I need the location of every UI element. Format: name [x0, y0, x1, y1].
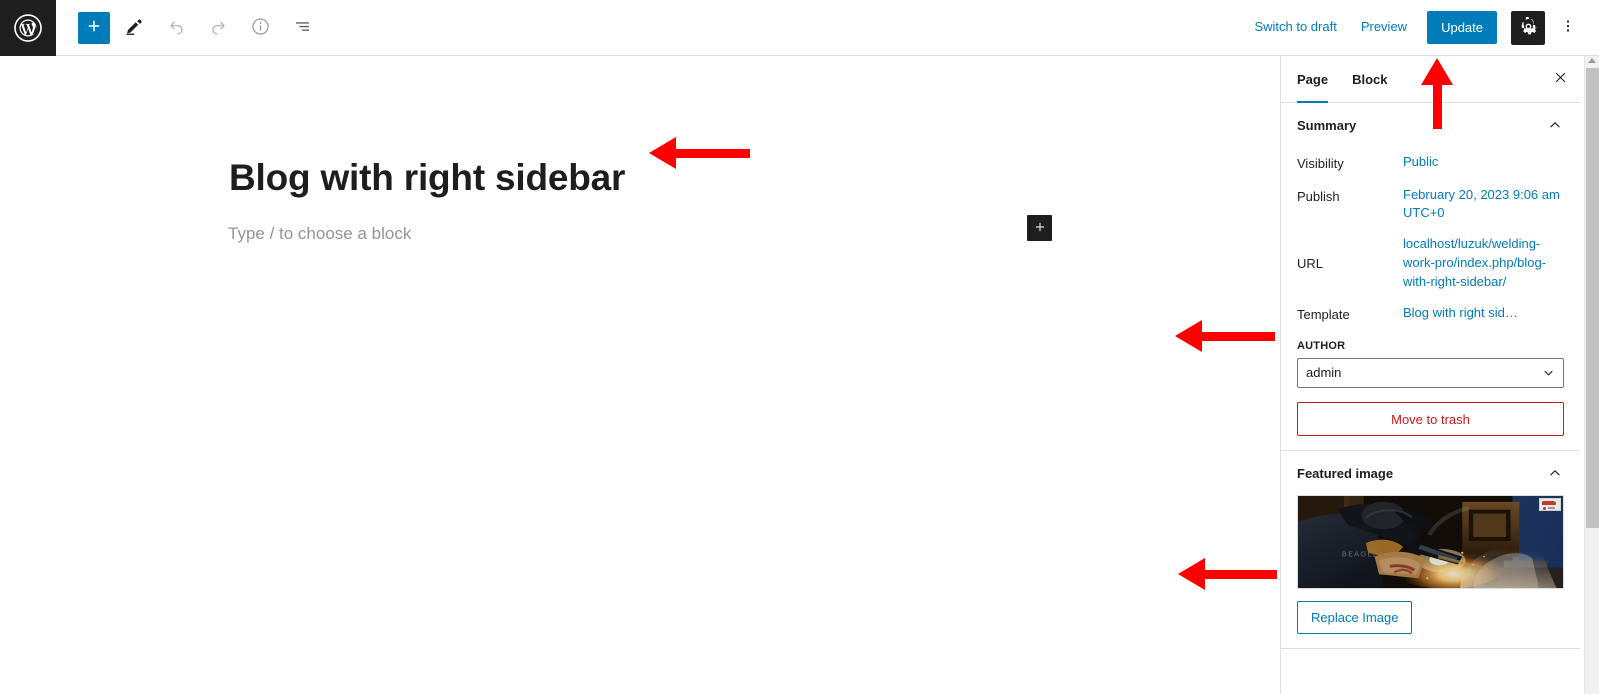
- replace-image-button[interactable]: Replace Image: [1297, 601, 1413, 635]
- editor-canvas[interactable]: Blog with right sidebar Type / to choose…: [0, 56, 1280, 694]
- publish-label: Publish: [1297, 188, 1340, 204]
- featured-image-panel-body: BEAGLES Replace Image: [1281, 495, 1580, 648]
- page-title[interactable]: Blog with right sidebar: [229, 156, 625, 200]
- template-row: Template Blog with right sid…: [1297, 298, 1564, 331]
- list-view-button[interactable]: [284, 10, 320, 46]
- template-value-button[interactable]: Blog with right sid…: [1403, 304, 1564, 323]
- gear-icon: [1519, 16, 1538, 39]
- wordpress-logo-icon: [13, 13, 43, 43]
- scroll-up-arrow-icon[interactable]: [1588, 58, 1596, 63]
- close-icon: [1552, 69, 1569, 89]
- author-select[interactable]: admin: [1297, 358, 1564, 389]
- inline-block-inserter-button[interactable]: [1027, 215, 1052, 241]
- redo-button[interactable]: [200, 10, 236, 46]
- plus-icon: [1033, 220, 1047, 237]
- template-label: Template: [1297, 306, 1350, 322]
- publish-date-button[interactable]: February 20, 2023 9:06 am UTC+0: [1403, 186, 1564, 224]
- settings-button[interactable]: [1511, 10, 1545, 45]
- tab-page[interactable]: Page: [1285, 56, 1340, 103]
- featured-image-panel: Featured image BEAGLES Replace Image: [1281, 451, 1580, 650]
- author-select-wrapper: admin: [1297, 358, 1564, 389]
- info-icon: [250, 16, 271, 40]
- summary-panel-header[interactable]: Summary: [1281, 103, 1580, 147]
- featured-image-panel-title: Featured image: [1297, 465, 1394, 481]
- summary-panel-body: Visibility Public Publish February 20, 2…: [1281, 147, 1580, 450]
- edit-tool-button[interactable]: [116, 10, 152, 46]
- url-label: URL: [1297, 255, 1324, 271]
- editor-tools-group: [56, 0, 320, 56]
- plus-icon: [85, 17, 103, 38]
- list-view-icon: [292, 16, 313, 40]
- undo-button[interactable]: [158, 10, 194, 46]
- url-row: URL localhost/luzuk/welding-work-pro/ind…: [1297, 229, 1564, 298]
- author-field-label: AUTHOR: [1297, 340, 1346, 353]
- summary-panel: Summary Visibility Public Publish Februa…: [1281, 103, 1580, 452]
- switch-to-draft-button[interactable]: Switch to draft: [1242, 12, 1348, 42]
- visibility-row: Visibility Public: [1297, 147, 1564, 180]
- undo-arrow-icon: [166, 16, 187, 40]
- more-options-button[interactable]: [1551, 11, 1585, 45]
- featured-image-panel-header[interactable]: Featured image: [1281, 451, 1580, 495]
- summary-panel-title: Summary: [1297, 117, 1357, 133]
- visibility-value-button[interactable]: Public: [1403, 153, 1564, 172]
- wordpress-logo-button[interactable]: [0, 0, 56, 56]
- pencil-icon: [123, 15, 145, 40]
- update-button[interactable]: Update: [1427, 11, 1497, 44]
- move-to-trash-button[interactable]: Move to trash: [1297, 402, 1564, 437]
- preview-button[interactable]: Preview: [1349, 12, 1419, 42]
- sidebar-scrollbar[interactable]: [1584, 56, 1599, 694]
- add-block-button[interactable]: [78, 11, 110, 44]
- wordpress-editor-app: Switch to draft Preview Update Blog with…: [0, 0, 1599, 694]
- chevron-up-icon[interactable]: [1546, 116, 1564, 134]
- chevron-up-icon[interactable]: [1546, 464, 1564, 482]
- editor-top-bar: Switch to draft Preview Update: [0, 0, 1599, 56]
- featured-image-thumbnail[interactable]: BEAGLES: [1297, 495, 1564, 590]
- details-button[interactable]: [242, 10, 278, 46]
- welder-photo-illustration: BEAGLES: [1298, 496, 1563, 589]
- tab-block[interactable]: Block: [1340, 56, 1399, 102]
- settings-sidebar: Page Block Summary Visibility Public Pub…: [1280, 56, 1599, 694]
- url-value-button[interactable]: localhost/luzuk/welding-work-pro/index.p…: [1403, 235, 1564, 292]
- publish-row: Publish February 20, 2023 9:06 am UTC+0: [1297, 180, 1564, 230]
- editor-actions-group: Switch to draft Preview Update: [1242, 0, 1599, 56]
- close-sidebar-button[interactable]: [1540, 56, 1580, 102]
- more-vertical-icon: [1559, 17, 1577, 38]
- featured-image-corner-badge: [1539, 498, 1561, 512]
- empty-block-placeholder[interactable]: Type / to choose a block: [228, 221, 411, 247]
- scrollbar-thumb[interactable]: [1586, 68, 1599, 528]
- visibility-label: Visibility: [1297, 156, 1344, 171]
- sidebar-tabs: Page Block: [1281, 56, 1580, 103]
- redo-arrow-icon: [208, 16, 229, 40]
